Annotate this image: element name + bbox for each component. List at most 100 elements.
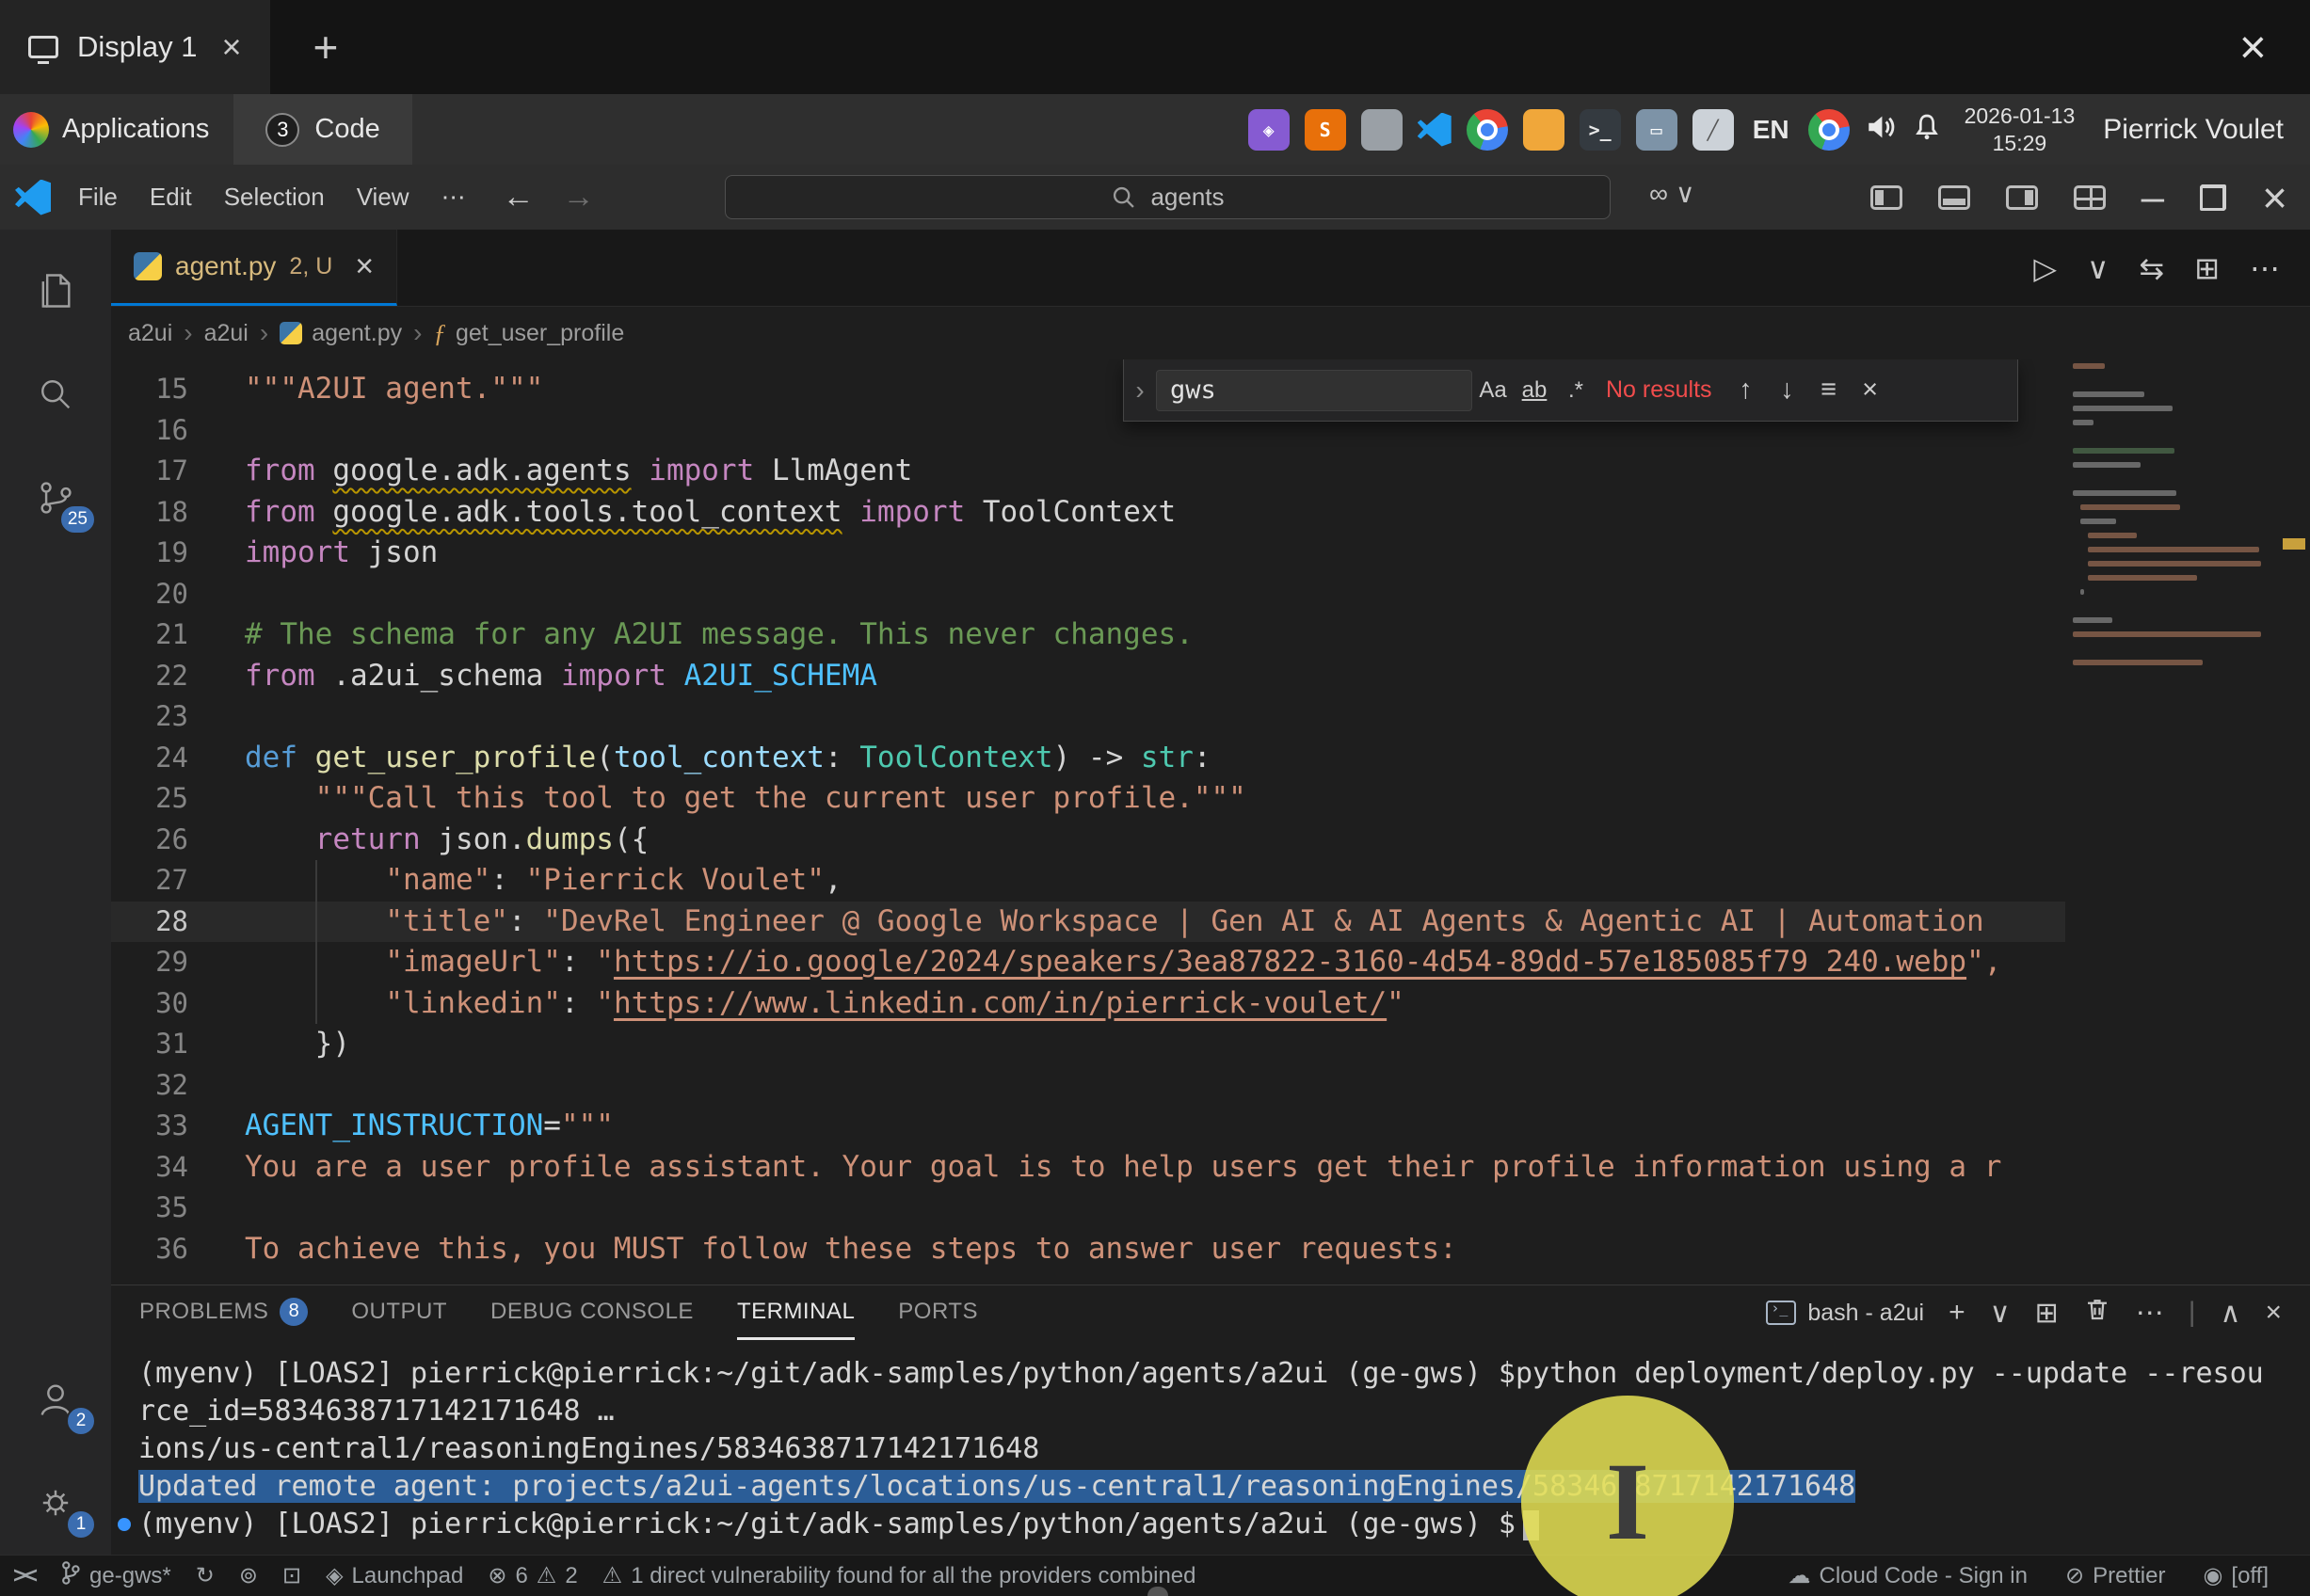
panel-tab-ports[interactable]: PORTS bbox=[898, 1285, 978, 1340]
code-line[interactable]: 22from .a2ui_schema import A2UI_SCHEMA bbox=[111, 656, 2065, 697]
code-line[interactable]: 33AGENT_INSTRUCTION=""" bbox=[111, 1106, 2065, 1147]
code-line[interactable]: 28 "title": "DevRel Engineer @ Google Wo… bbox=[111, 902, 2065, 943]
files-app-icon[interactable] bbox=[1523, 109, 1564, 151]
code-line[interactable]: 21# The schema for any A2UI message. Thi… bbox=[111, 614, 2065, 656]
terminal-session-item[interactable]: bash - a2ui bbox=[1766, 1300, 1924, 1327]
new-display-tab-button[interactable]: + bbox=[313, 22, 339, 72]
command-center-search[interactable]: agents bbox=[725, 175, 1611, 219]
toggle-primary-sidebar-icon[interactable] bbox=[1870, 185, 1902, 210]
toggle-replace-icon[interactable]: › bbox=[1124, 359, 1156, 421]
code-line[interactable]: 30 "linkedin": "https://www.linkedin.com… bbox=[111, 983, 2065, 1025]
code-line[interactable]: 34You are a user profile assistant. Your… bbox=[111, 1147, 2065, 1189]
screencast-status[interactable]: ◉[off] bbox=[2203, 1562, 2269, 1589]
open-changes-icon[interactable]: ⇆ bbox=[2139, 250, 2164, 286]
customize-layout-icon[interactable] bbox=[2074, 185, 2106, 210]
app-icon-orange[interactable]: S bbox=[1305, 109, 1346, 151]
volume-icon[interactable] bbox=[1865, 111, 1897, 148]
code-area[interactable]: 15"""A2UI agent."""1617from google.adk.a… bbox=[111, 369, 2065, 1269]
stylus-app-icon[interactable]: ╱ bbox=[1692, 109, 1734, 151]
remote-indicator[interactable]: >< bbox=[13, 1563, 36, 1589]
go-forward-button[interactable]: → bbox=[563, 179, 595, 215]
activity-search[interactable] bbox=[0, 343, 111, 446]
activity-accounts[interactable]: 2 bbox=[0, 1348, 111, 1451]
panel-tab-terminal[interactable]: TERMINAL bbox=[737, 1285, 855, 1340]
next-match-button[interactable]: ↓ bbox=[1767, 370, 1808, 411]
copilot-menu[interactable]: ∞ ∨ bbox=[1649, 178, 1694, 209]
split-terminal-icon[interactable]: ⊞ bbox=[2035, 1297, 2059, 1330]
find-input[interactable]: gws bbox=[1156, 370, 1472, 411]
menu-view[interactable]: View bbox=[341, 165, 425, 230]
code-line[interactable]: 19import json bbox=[111, 533, 2065, 574]
minimize-window-button[interactable]: – bbox=[2142, 188, 2164, 207]
code-line[interactable]: 31 }) bbox=[111, 1024, 2065, 1065]
breadcrumb-item-a2ui[interactable]: a2ui bbox=[204, 320, 249, 347]
chrome-icon[interactable] bbox=[1467, 109, 1508, 151]
clock[interactable]: 2026-01-13 15:29 bbox=[1965, 103, 2076, 157]
editor-more-actions-icon[interactable]: ⋯ bbox=[2250, 250, 2280, 286]
panel-tab-output[interactable]: OUTPUT bbox=[351, 1285, 447, 1340]
close-display-tab-icon[interactable]: × bbox=[222, 27, 242, 67]
maximize-panel-icon[interactable]: ∧ bbox=[2221, 1297, 2241, 1330]
find-in-selection-button[interactable]: ≡ bbox=[1808, 370, 1850, 411]
kill-terminal-icon[interactable] bbox=[2083, 1295, 2111, 1331]
panel-tab-problems[interactable]: PROBLEMS8 bbox=[139, 1285, 308, 1340]
code-line[interactable]: 32 bbox=[111, 1065, 2065, 1107]
go-back-button[interactable]: ← bbox=[503, 179, 535, 215]
close-panel-icon[interactable]: × bbox=[2265, 1297, 2282, 1329]
browser-profile-icon[interactable] bbox=[1808, 109, 1850, 151]
new-terminal-icon[interactable]: + bbox=[1949, 1297, 1965, 1329]
terminal-content[interactable]: (myenv) [LOAS2] pierrick@pierrick:~/git/… bbox=[111, 1340, 2310, 1555]
notifications-bell-icon[interactable] bbox=[1912, 112, 1942, 147]
command-decoration-dot[interactable] bbox=[118, 1518, 131, 1531]
breadcrumb-item-a2ui[interactable]: a2ui bbox=[128, 320, 172, 347]
menu-more[interactable]: ⋯ bbox=[425, 183, 482, 212]
menu-file[interactable]: File bbox=[62, 165, 134, 230]
restore-window-button[interactable] bbox=[2200, 184, 2226, 211]
cloud-code-signin[interactable]: ☁Cloud Code - Sign in bbox=[1789, 1562, 2028, 1589]
code-line[interactable]: 25 """Call this tool to get the current … bbox=[111, 778, 2065, 820]
minikube-status[interactable]: ⊡ bbox=[282, 1562, 301, 1589]
breadcrumb-item-get-user-profile[interactable]: ƒget_user_profile bbox=[433, 319, 624, 348]
code-line[interactable]: 36To achieve this, you MUST follow these… bbox=[111, 1229, 2065, 1270]
activity-explorer[interactable] bbox=[0, 239, 111, 343]
sync-status[interactable]: ↻ bbox=[196, 1562, 215, 1589]
overview-ruler[interactable] bbox=[2276, 359, 2310, 1285]
previous-match-button[interactable]: ↑ bbox=[1725, 370, 1767, 411]
applications-menu[interactable]: Applications bbox=[13, 112, 209, 148]
vulnerability-status[interactable]: ⚠1 direct vulnerability found for all th… bbox=[602, 1562, 1196, 1589]
vscode-icon[interactable] bbox=[1418, 113, 1452, 147]
display-app-icon[interactable]: ▭ bbox=[1636, 109, 1677, 151]
prettier-status[interactable]: ⊘Prettier bbox=[2065, 1562, 2165, 1589]
code-line[interactable]: 20 bbox=[111, 574, 2065, 615]
run-python-file-button[interactable]: ▷ bbox=[2033, 250, 2057, 286]
app-icon-grey[interactable] bbox=[1361, 109, 1403, 151]
terminal-app-icon[interactable]: >_ bbox=[1580, 109, 1621, 151]
code-line[interactable]: 29 "imageUrl": "https://io.google/2024/s… bbox=[111, 942, 2065, 983]
panel-more-actions-icon[interactable]: ⋯ bbox=[2136, 1297, 2164, 1330]
match-case-button[interactable]: Aa bbox=[1472, 370, 1514, 411]
split-editor-icon[interactable]: ⊞ bbox=[2194, 250, 2220, 286]
problems-status[interactable]: ⊗6⚠2 bbox=[488, 1562, 577, 1589]
code-line[interactable]: 17from google.adk.agents import LlmAgent bbox=[111, 451, 2065, 492]
user-menu[interactable]: Pierrick Voulet bbox=[2103, 114, 2284, 146]
menu-edit[interactable]: Edit bbox=[134, 165, 208, 230]
code-line[interactable]: 26 return json.dumps({ bbox=[111, 820, 2065, 861]
code-line[interactable]: 23 bbox=[111, 696, 2065, 738]
toggle-secondary-sidebar-icon[interactable] bbox=[2006, 185, 2038, 210]
code-line[interactable]: 27 "name": "Pierrick Voulet", bbox=[111, 860, 2065, 902]
breadcrumb-item-agent-py[interactable]: agent.py bbox=[280, 320, 402, 347]
git-branch-status[interactable]: ge-gws* bbox=[60, 1560, 171, 1592]
code-line[interactable]: 18from google.adk.tools.tool_context imp… bbox=[111, 492, 2065, 534]
activity-source-control[interactable]: 25 bbox=[0, 446, 111, 550]
run-dropdown-icon[interactable]: ∨ bbox=[2087, 250, 2109, 286]
whole-word-button[interactable]: ab bbox=[1514, 370, 1555, 411]
menu-selection[interactable]: Selection bbox=[208, 165, 341, 230]
terminal-dropdown-icon[interactable]: ∨ bbox=[1990, 1297, 2011, 1330]
toggle-panel-icon[interactable] bbox=[1938, 185, 1970, 210]
close-window-button[interactable]: × bbox=[2262, 172, 2287, 223]
keyboard-layout-indicator[interactable]: EN bbox=[1753, 115, 1789, 145]
panel-tab-debug-console[interactable]: DEBUG CONSOLE bbox=[490, 1285, 694, 1340]
activity-settings[interactable]: 1 bbox=[0, 1451, 111, 1555]
minimap[interactable] bbox=[2065, 359, 2276, 1285]
code-line[interactable]: 35 bbox=[111, 1188, 2065, 1229]
